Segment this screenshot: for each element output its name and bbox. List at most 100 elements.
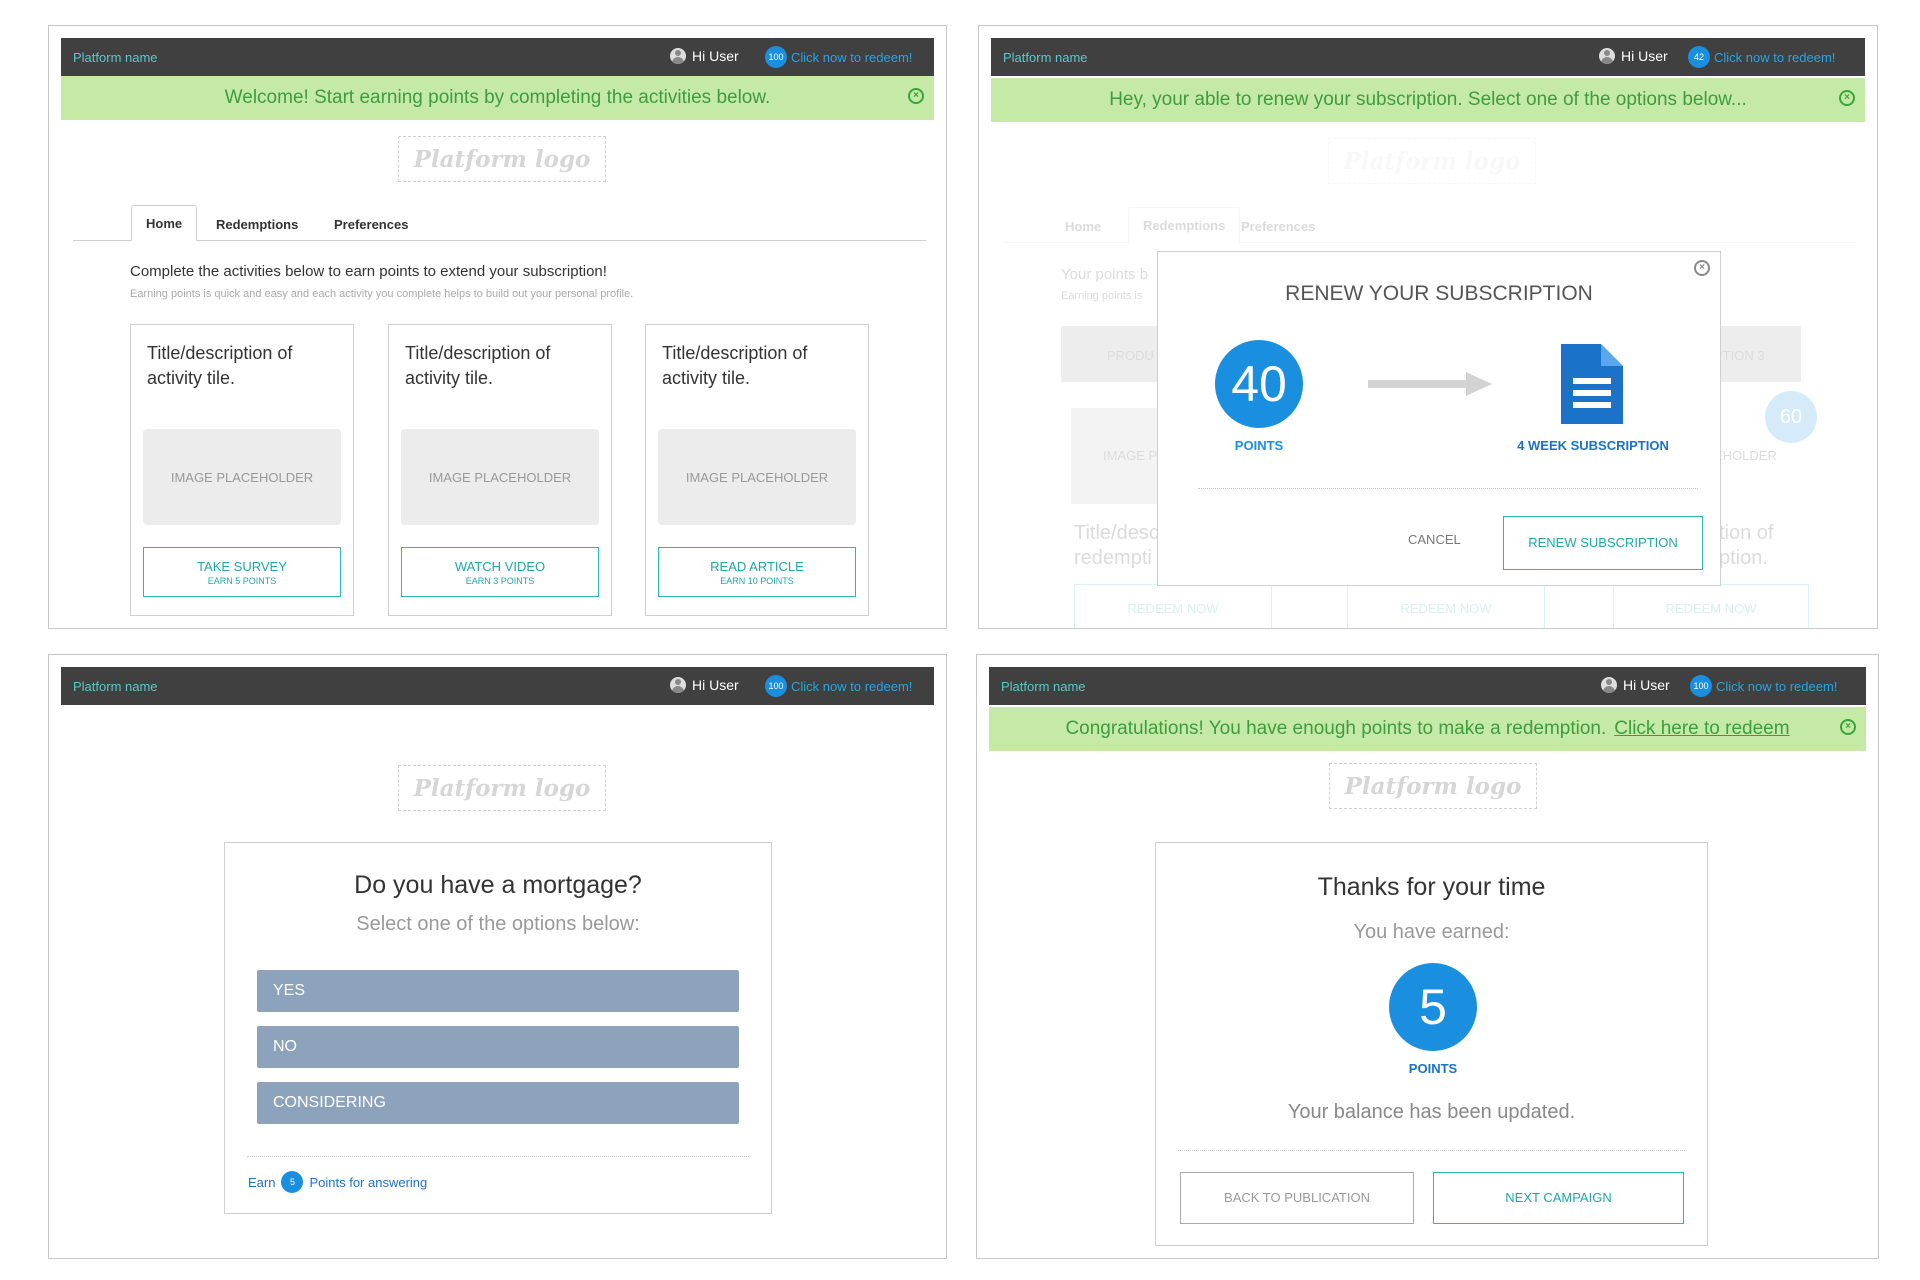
balance-text: Your balance has been updated. [1287, 1101, 1576, 1123]
panel-home: Platform name Hi User 100 Click now to r… [48, 25, 947, 629]
tab-preferences[interactable]: Preferences [334, 207, 408, 241]
banner-text: Hey, your able to renew your subscriptio… [1109, 89, 1747, 110]
close-circle-icon[interactable]: × [908, 88, 924, 104]
bg-redeem-button: REDEEM NOW [1347, 584, 1545, 628]
renew-subscription-button[interactable]: RENEW SUBSCRIPTION [1503, 516, 1703, 570]
close-circle-icon[interactable]: × [1839, 90, 1855, 106]
top-bar: Platform name Hi User 100 Click now to r… [989, 667, 1866, 705]
tab-redemptions[interactable]: Redemptions [216, 207, 298, 241]
image-placeholder: IMAGE PLACEHOLDER [401, 429, 599, 525]
tab-preferences: Preferences [1241, 218, 1316, 234]
bg-option3-label: PTION 3 [1714, 348, 1765, 363]
earn-points-badge: 5 [281, 1171, 304, 1193]
user-menu[interactable]: Hi User [670, 48, 739, 64]
option-yes-button[interactable]: YES [257, 970, 739, 1012]
bg-earn: Earning points is [1061, 290, 1143, 302]
user-greeting: Hi User [692, 677, 739, 693]
back-to-publication-button[interactable]: BACK TO PUBLICATION [1180, 1172, 1414, 1224]
activity-tile-video: Title/description of activity tile. IMAG… [388, 324, 612, 616]
welcome-banner: Welcome! Start earning points by complet… [61, 76, 934, 120]
banner-redeem-link[interactable]: Click here to redeem [1614, 718, 1789, 740]
earn-points-label: EARN 5 POINTS [207, 575, 277, 586]
tile-title: Title/description of activity tile. [147, 343, 293, 388]
divider [247, 1156, 749, 1157]
bg-title-right-1: tion of [1719, 522, 1774, 544]
image-placeholder: IMAGE PLACEHOLDER [143, 429, 341, 525]
arrow-right-icon [1368, 372, 1492, 396]
document-icon [1561, 344, 1623, 424]
redeem-link[interactable]: 100 Click now to redeem! [1690, 675, 1837, 697]
user-menu[interactable]: Hi User [670, 677, 739, 693]
points-value: 40 [1231, 356, 1287, 412]
tab-home: Home [1065, 218, 1102, 234]
platform-name[interactable]: Platform name [73, 50, 158, 65]
top-bar: Platform name Hi User 100 Click now to r… [61, 38, 934, 76]
platform-logo: Platform logo [1329, 763, 1537, 809]
renew-banner: Hey, your able to renew your subscriptio… [991, 78, 1865, 122]
question-title: Do you have a mortgage? [354, 871, 642, 899]
modal-title: RENEW YOUR SUBSCRIPTION [1285, 282, 1593, 305]
intro-text: Complete the activities below to earn po… [130, 263, 607, 280]
redeem-link[interactable]: 100 Click now to redeem! [765, 675, 912, 697]
subscription-label: 4 WEEK SUBSCRIPTION [1517, 438, 1669, 453]
divider [1178, 1150, 1685, 1151]
platform-logo: Platform logo [398, 136, 606, 182]
panel-question: Platform name Hi User 100 Click now to r… [48, 654, 947, 1259]
earned-points-circle: 5 [1389, 963, 1477, 1051]
user-greeting: Hi User [1621, 48, 1668, 64]
tab-bar: Home Redemptions Preferences [1003, 207, 1857, 243]
thanks-title: Thanks for your time [1317, 873, 1546, 901]
panel-renew: Platform name Hi User 42 Click now to re… [978, 25, 1878, 629]
bg-redeem-button: REDEEM NOW [1074, 584, 1272, 628]
redeem-link[interactable]: 100 Click now to redeem! [765, 46, 912, 68]
user-icon [670, 48, 686, 64]
thanks-card: Thanks for your time You have earned: 5 … [1155, 842, 1708, 1246]
redeem-text: Click now to redeem! [1716, 678, 1838, 694]
button-label: TAKE SURVEY [197, 558, 287, 574]
tab-redemptions: Redemptions [1128, 207, 1241, 243]
take-survey-button[interactable]: TAKE SURVEY EARN 5 POINTS [143, 547, 341, 597]
redeem-link[interactable]: 42 Click now to redeem! [1688, 46, 1835, 68]
renew-modal: × RENEW YOUR SUBSCRIPTION 40 POINTS 4 WE… [1157, 251, 1721, 586]
user-greeting: Hi User [692, 48, 739, 64]
congrats-banner: Congratulations! You have enough points … [989, 707, 1866, 751]
image-placeholder: IMAGE PLACEHOLDER [658, 429, 856, 525]
platform-name[interactable]: Platform name [73, 679, 158, 694]
user-menu[interactable]: Hi User [1601, 677, 1670, 693]
option-considering-button[interactable]: CONSIDERING [257, 1082, 739, 1124]
points-circle: 40 [1215, 340, 1303, 428]
user-menu[interactable]: Hi User [1599, 48, 1668, 64]
platform-name[interactable]: Platform name [1003, 50, 1088, 65]
redeem-text: Click now to redeem! [791, 49, 913, 65]
close-circle-icon[interactable]: × [1694, 260, 1710, 276]
bg-title-right-2: ption. [1719, 547, 1768, 569]
intro-subtext: Earning points is quick and easy and eac… [130, 288, 634, 300]
option-no-button[interactable]: NO [257, 1026, 739, 1068]
banner-text: Congratulations! You have enough points … [1065, 718, 1607, 739]
tab-bar: Home Redemptions Preferences [73, 205, 926, 241]
user-icon [1599, 48, 1615, 64]
user-greeting: Hi User [1623, 677, 1670, 693]
earned-value: 5 [1419, 979, 1447, 1035]
points-badge: 42 [1688, 46, 1710, 68]
redeem-text: Click now to redeem! [1714, 49, 1836, 65]
close-circle-icon[interactable]: × [1840, 719, 1856, 735]
platform-name[interactable]: Platform name [1001, 679, 1086, 694]
watch-video-button[interactable]: WATCH VIDEO EARN 3 POINTS [401, 547, 599, 597]
banner-text: Welcome! Start earning points by complet… [224, 87, 771, 108]
points-label: POINTS [1234, 438, 1284, 453]
cancel-button[interactable]: CANCEL [1408, 532, 1461, 547]
platform-logo: Platform logo [398, 765, 606, 811]
earn-points-label: EARN 3 POINTS [465, 575, 535, 586]
next-campaign-button[interactable]: NEXT CAMPAIGN [1433, 1172, 1684, 1224]
button-label: WATCH VIDEO [454, 558, 546, 574]
bg-holder-label: EHOLDER [1714, 448, 1777, 463]
button-label: READ ARTICLE [710, 558, 804, 574]
tab-home[interactable]: Home [131, 205, 198, 241]
top-bar: Platform name Hi User 42 Click now to re… [991, 38, 1865, 76]
panel-thanks: Platform name Hi User 100 Click now to r… [976, 654, 1879, 1259]
earn-suffix: Points for answering [309, 1174, 428, 1190]
tile-title: Title/description of activity tile. [662, 343, 808, 388]
read-article-button[interactable]: READ ARTICLE EARN 10 POINTS [658, 547, 856, 597]
points-badge: 100 [765, 675, 787, 697]
